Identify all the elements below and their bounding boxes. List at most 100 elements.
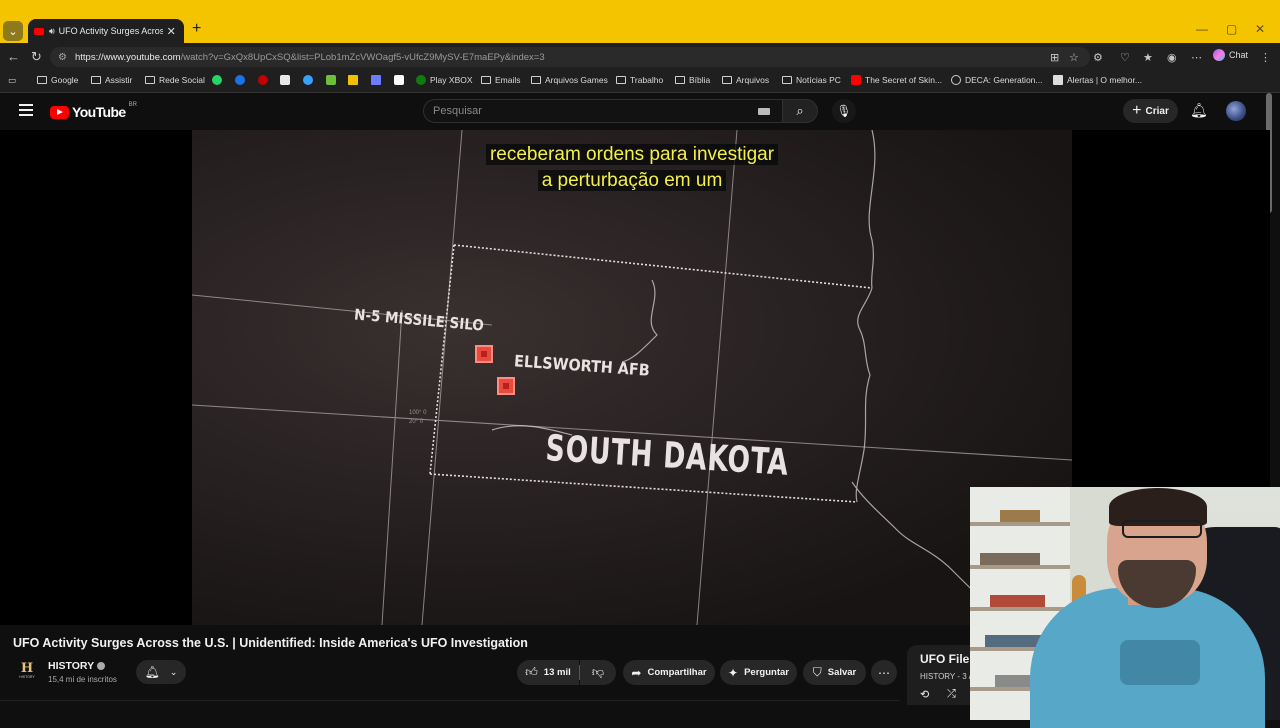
folder-icon — [145, 76, 155, 84]
bookmark-red-icon[interactable] — [258, 75, 268, 85]
profile-icon[interactable]: ◉ — [1167, 51, 1177, 64]
video-title: UFO Activity Surges Across the U.S. | Un… — [13, 636, 528, 650]
more-icon: ⋯ — [878, 665, 890, 680]
folder-icon — [782, 76, 792, 84]
playlist-title[interactable]: UFO File — [920, 652, 969, 666]
close-window-icon[interactable]: ✕ — [1255, 22, 1265, 36]
caption-line-2: a perturbação em um — [537, 170, 727, 191]
guide-menu-icon[interactable] — [19, 104, 33, 119]
like-button[interactable]: 👍︎ 13 mil — [517, 660, 579, 685]
chevron-down-icon: ⌄ — [169, 666, 178, 677]
loop-icon[interactable]: ⟲ — [920, 688, 929, 701]
new-tab-button[interactable]: + — [192, 20, 201, 38]
copilot-chat-button[interactable]: Chat — [1213, 49, 1248, 61]
install-app-icon[interactable]: ⊞ — [1050, 51, 1059, 64]
bookmark-assistir[interactable]: Assistir — [91, 75, 132, 85]
whatsapp-icon[interactable] — [212, 75, 222, 85]
bookmark-arquivos[interactable]: Arquivos — [722, 75, 769, 85]
shuffle-icon[interactable]: ⤮ — [947, 688, 956, 701]
share-button[interactable]: ➦ Compartilhar — [623, 660, 715, 685]
bookmark-rede-social[interactable]: Rede Social — [145, 75, 205, 85]
subscriber-count: 15,4 mi de inscritos — [48, 675, 117, 684]
sidebar-more-icon[interactable]: ⋮ — [1260, 51, 1271, 64]
favorites-icon[interactable]: ★ — [1143, 51, 1153, 64]
coordinate-label: 20° 0 — [409, 419, 424, 425]
bookmark-deca[interactable]: DECA: Generation... — [951, 75, 1042, 85]
bookmark-alertas[interactable]: Alertas | O melhor... — [1053, 75, 1142, 85]
bookmark-green-icon[interactable] — [326, 75, 336, 85]
bell-icon: 🔔︎ — [144, 665, 160, 679]
bookmark-play-xbox[interactable]: Play XBOX — [416, 75, 473, 85]
folder-icon — [481, 76, 491, 84]
folder-icon — [531, 76, 541, 84]
bookmark-secret-of-skin[interactable]: The Secret of Skin... — [851, 75, 942, 85]
coordinate-label: 100° 0 — [409, 410, 427, 416]
subscription-notifications-button[interactable]: 🔔︎ ⌄ — [136, 660, 186, 684]
more-actions-button[interactable]: ⋯ — [871, 660, 897, 685]
account-avatar[interactable] — [1226, 101, 1246, 121]
bookmark-apps-icon[interactable]: ▭ — [8, 75, 16, 86]
search-icon: ⌕ — [796, 103, 804, 118]
search-placeholder: Pesquisar — [433, 105, 482, 117]
browser-essentials-icon[interactable]: ♡ — [1120, 51, 1130, 64]
notifications-bell-icon[interactable]: 🔔︎ — [1190, 102, 1208, 119]
verified-icon — [97, 662, 106, 671]
bookmark-icon: ⛉ — [812, 665, 822, 679]
maximize-icon[interactable]: ▢ — [1226, 22, 1237, 36]
bookmark-star-icon[interactable] — [303, 75, 313, 85]
tab-title: UFO Activity Surges Across the — [58, 26, 163, 36]
channel-name[interactable]: HISTORY — [48, 660, 106, 672]
reload-icon[interactable]: ↻ — [31, 49, 42, 65]
bookmark-biblia[interactable]: Bíblia — [675, 75, 710, 85]
thumbs-down-icon: 👎︎ — [591, 665, 605, 679]
tab-search-menu-button[interactable]: ⌄ — [3, 21, 23, 41]
speaker-icon[interactable]: 🔊︎ — [49, 26, 55, 37]
back-icon[interactable]: ← — [7, 49, 20, 64]
dislike-button[interactable]: 👎︎ — [580, 660, 616, 685]
bookmark-chart-icon[interactable] — [371, 75, 381, 85]
bookmark-trabalho[interactable]: Trabalho — [616, 75, 663, 85]
bookmark-google[interactable]: Google — [37, 75, 78, 85]
folder-icon — [675, 76, 685, 84]
folder-icon — [616, 76, 626, 84]
search-button[interactable]: ⌕ — [782, 99, 818, 123]
video-frame[interactable]: 100° 0 20° 0 N-5 MISSILE SILO ELLSWORTH … — [192, 130, 1072, 625]
voice-search-button[interactable]: 🎙︎ — [832, 99, 856, 123]
bookmark-emails[interactable]: Emails — [481, 75, 521, 85]
silo-marker-icon — [475, 345, 493, 363]
ask-button[interactable]: ✦ Perguntar — [720, 660, 797, 685]
url-path: /watch?v=GxQx8UpCxSQ&list=PLob1mZcVWOagf… — [180, 51, 545, 63]
bookmark-yellow-icon[interactable] — [348, 75, 358, 85]
keyboard-icon[interactable] — [758, 108, 770, 115]
bookmark-arquivos-games[interactable]: Arquivos Games — [531, 75, 608, 85]
more-menu-icon[interactable]: ⋯ — [1191, 51, 1202, 64]
tab-close-icon[interactable]: ✕ — [167, 25, 176, 38]
copilot-icon — [1213, 49, 1225, 61]
save-button[interactable]: ⛉ Salvar — [803, 660, 866, 685]
afb-marker-icon — [497, 377, 515, 395]
folder-icon — [722, 76, 732, 84]
minimize-icon[interactable]: — — [1196, 22, 1208, 36]
extensions-icon[interactable]: ⚙ — [1093, 51, 1103, 64]
bookmark-s-icon[interactable] — [394, 75, 404, 85]
share-icon: ➦ — [631, 665, 642, 680]
messenger-icon[interactable] — [235, 75, 245, 85]
bookmark-app-icon[interactable] — [280, 75, 290, 85]
active-tab[interactable]: 🔊︎ UFO Activity Surges Across the ✕ — [28, 19, 184, 43]
sparkle-icon: ✦ — [728, 665, 739, 680]
youtube-play-icon — [50, 105, 69, 119]
youtube-favicon-icon — [34, 27, 44, 35]
site-info-icon[interactable]: ⚙ — [58, 52, 67, 63]
page-bottom — [0, 700, 900, 721]
thumbs-up-icon: 👍︎ — [525, 665, 538, 679]
channel-avatar[interactable]: H HISTORY — [16, 660, 38, 682]
address-bar[interactable]: ⚙ https://www.youtube.com /watch?v=GxQx8… — [50, 47, 1090, 67]
bookmark-noticias-pc[interactable]: Notícias PC — [782, 75, 841, 85]
folder-icon — [37, 76, 47, 84]
create-button[interactable]: + Criar — [1123, 99, 1178, 123]
playlist-subtitle: HISTORY - 3 / — [920, 672, 972, 681]
youtube-logo[interactable]: YouTube BR — [50, 102, 137, 120]
caption-line-1: receberam ordens para investigar — [485, 144, 779, 165]
favorite-star-icon[interactable]: ☆ — [1069, 51, 1079, 64]
person-glasses — [1122, 520, 1202, 538]
